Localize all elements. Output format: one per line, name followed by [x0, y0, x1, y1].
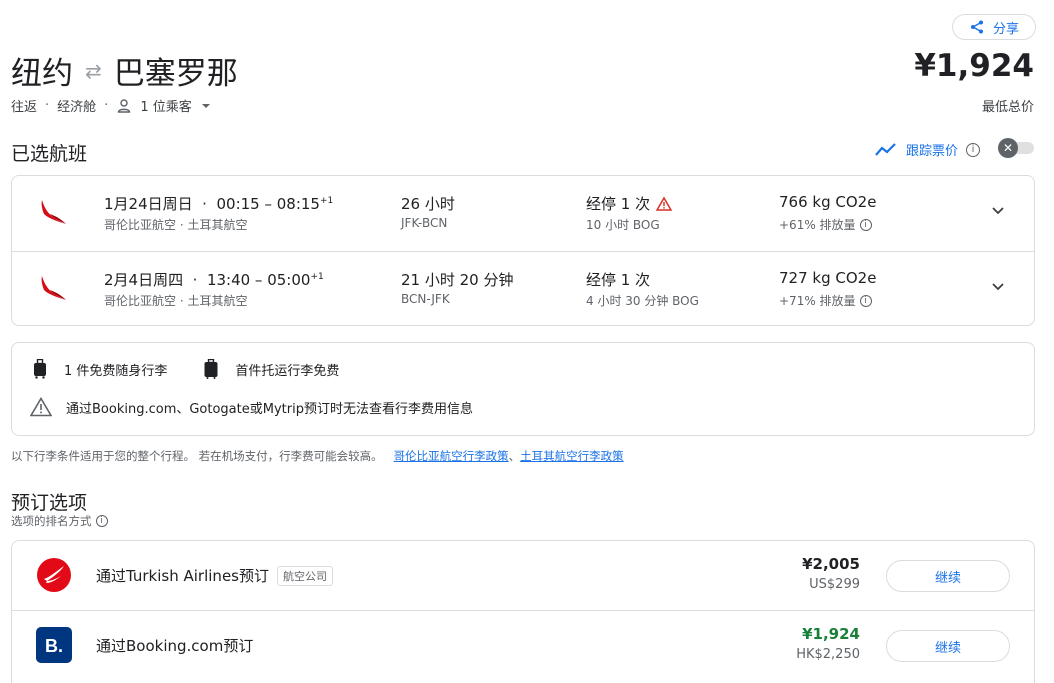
share-label: 分享	[992, 21, 1019, 37]
co2-emissions: 766 kg CO2e	[779, 193, 877, 211]
carry-on-item: 1 件免费随身行李	[32, 359, 167, 379]
avianca-baggage-policy-link[interactable]: 哥伦比亚航空行李政策	[394, 449, 509, 463]
booking-provider-name: 通过Booking.com预订	[96, 637, 254, 655]
flight-times: 2月4日周四 · 13:40 – 05:00+1	[104, 271, 324, 289]
flight-route: JFK-BCN	[401, 216, 448, 230]
share-button[interactable]: 分享	[952, 14, 1036, 40]
flight-row-outbound[interactable]: 1月24日周日 · 00:15 – 08:15+1 哥伦比亚航空 · 土耳其航空…	[12, 176, 1034, 251]
total-price-label: 最低总价	[981, 100, 1034, 115]
booking-price: ¥2,005	[802, 555, 860, 573]
flight-times: 1月24日周日 · 00:15 – 08:15+1	[104, 195, 334, 213]
emissions-delta: +61% 排放量 i	[779, 216, 872, 233]
day-offset: +1	[310, 272, 324, 282]
emissions-delta: +71% 排放量 i	[779, 292, 872, 309]
baggage-warning-text: 通过Booking.com、Gotogate或Mytrip预订时无法查看行李费用…	[66, 401, 473, 417]
svg-text:B.: B.	[45, 636, 63, 656]
booking-options-title: 预订选项	[11, 492, 88, 514]
booking-option-turkish[interactable]: 通过Turkish Airlines预订 航空公司 ¥2,005 US$299 …	[12, 541, 1034, 610]
track-prices[interactable]: 跟踪票价 i	[874, 140, 981, 159]
turkish-airlines-logo-icon	[37, 558, 71, 592]
carriers: 哥伦比亚航空 · 土耳其航空	[104, 218, 248, 232]
separator-dot: ·	[45, 98, 50, 113]
airline-tag: 航空公司	[276, 565, 333, 586]
selected-flights-title: 已选航班	[11, 143, 88, 165]
layover: 10 小时 BOG	[586, 218, 660, 232]
track-prices-label: 跟踪票价	[906, 144, 959, 159]
stops: 经停 1 次	[586, 193, 673, 214]
separator-dot: ·	[104, 98, 109, 113]
carry-on-bag-icon	[34, 359, 46, 379]
warning-icon	[656, 196, 673, 211]
person-icon	[118, 98, 131, 113]
info-icon[interactable]: i	[95, 515, 108, 527]
dropdown-arrow-icon[interactable]	[200, 100, 212, 112]
carriers: 哥伦比亚航空 · 土耳其航空	[104, 294, 248, 308]
booking-com-logo-icon: B.	[36, 627, 72, 663]
info-icon[interactable]: i	[966, 142, 981, 157]
stops-label: 经停 1 次	[586, 271, 651, 289]
selected-flights-card: 1月24日周日 · 00:15 – 08:15+1 哥伦比亚航空 · 土耳其航空…	[11, 175, 1035, 326]
share-icon	[970, 20, 983, 34]
chevron-down-icon[interactable]	[990, 278, 1006, 294]
flight-date: 1月24日周日	[104, 195, 193, 213]
flight-duration: 26 小时	[401, 195, 455, 213]
co2-emissions: 727 kg CO2e	[779, 269, 877, 287]
stops-label: 经停 1 次	[586, 195, 651, 213]
flight-row-return[interactable]: 2月4日周四 · 13:40 – 05:00+1 哥伦比亚航空 · 土耳其航空 …	[12, 251, 1034, 326]
turkish-baggage-policy-link[interactable]: 土耳其航空行李政策	[520, 449, 624, 463]
origin-city: 纽约	[11, 56, 73, 92]
flight-route: BCN-JFK	[401, 292, 450, 306]
booking-provider-name: 通过Turkish Airlines预订	[96, 567, 269, 585]
emissions-label: +71% 排放量	[779, 294, 856, 308]
stops: 经停 1 次	[586, 269, 650, 290]
baggage-note-text: 以下行李条件适用于您的整个行程。 若在机场支付，行李费可能会较高。	[11, 449, 383, 463]
baggage-note: 以下行李条件适用于您的整个行程。 若在机场支付，行李费可能会较高。 哥伦比亚航空…	[11, 448, 624, 464]
booking-options-list: 通过Turkish Airlines预订 航空公司 ¥2,005 US$299 …	[11, 540, 1035, 683]
trip-type: 往返	[11, 100, 38, 115]
checked-bag-icon	[204, 359, 218, 379]
checked-bag-item: 首件托运行李免费	[203, 359, 339, 379]
flight-time-range: 00:15 – 08:15	[216, 195, 320, 213]
booking-sub-price: HK$2,250	[796, 647, 860, 662]
baggage-warning: 通过Booking.com、Gotogate或Mytrip预订时无法查看行李费用…	[30, 397, 473, 417]
info-icon[interactable]: i	[859, 218, 872, 231]
booking-price: ¥1,924	[802, 625, 860, 643]
baggage-allowance: 1 件免费随身行李 首件托运行李免费	[32, 359, 375, 379]
cabin-class: 经济舱	[57, 100, 97, 115]
info-icon[interactable]: i	[859, 294, 872, 307]
emissions-label: +61% 排放量	[779, 218, 856, 232]
carry-on-label: 1 件免费随身行李	[64, 363, 168, 379]
continue-button[interactable]: 继续	[886, 630, 1010, 662]
baggage-info-card: 1 件免费随身行李 首件托运行李免费 通过Booking.com、Gotogat…	[11, 342, 1035, 436]
warning-icon	[30, 397, 52, 417]
trip-meta: 往返 · 经济舱 · 1 位乘客	[11, 96, 212, 115]
flight-time-range: 13:40 – 05:00	[206, 271, 311, 289]
checked-bag-label: 首件托运行李免费	[235, 363, 340, 379]
chevron-down-icon[interactable]	[990, 202, 1006, 218]
destination-city: 巴塞罗那	[113, 56, 238, 92]
close-icon: ✕	[998, 138, 1018, 158]
route-title: 纽约 ⇄ 巴塞罗那	[11, 48, 238, 93]
link-separator: 、	[508, 449, 521, 463]
total-price: ¥1,924	[914, 48, 1034, 84]
airline-logo-icon	[41, 276, 66, 300]
trend-icon	[875, 142, 896, 156]
flight-duration: 21 小时 20 分钟	[401, 271, 514, 289]
sort-note-text: 选项的排名方式	[11, 514, 92, 528]
day-offset: +1	[319, 196, 334, 206]
continue-button[interactable]: 继续	[886, 560, 1010, 592]
layover: 4 小时 30 分钟 BOG	[586, 294, 699, 308]
track-prices-toggle[interactable]: ✕	[998, 138, 1036, 158]
booking-option-booking-com[interactable]: B. 通过Booking.com预订 ¥1,924 HK$2,250 继续	[12, 610, 1034, 679]
sort-note: 选项的排名方式 i	[11, 513, 108, 529]
booking-sub-price: US$299	[809, 577, 860, 592]
booking-provider: 通过Booking.com预订	[96, 635, 253, 656]
booking-provider: 通过Turkish Airlines预订 航空公司	[96, 565, 333, 586]
airline-logo-icon	[41, 200, 66, 224]
flight-date: 2月4日周四	[104, 271, 184, 289]
round-trip-arrows-icon: ⇄	[85, 58, 102, 83]
passenger-count[interactable]: 1 位乘客	[140, 96, 191, 115]
